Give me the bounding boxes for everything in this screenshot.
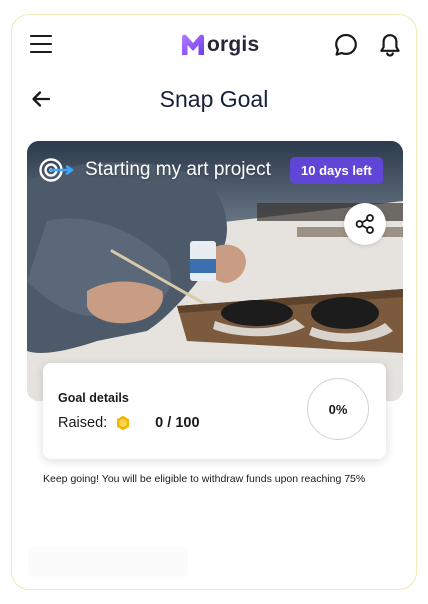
phone-frame: orgis Snap Goal Starting my art project … — [11, 14, 417, 590]
goal-cover-card: Starting my art project 10 days left — [27, 141, 403, 401]
hamburger-icon[interactable] — [30, 35, 52, 54]
progress-percent: 0% — [328, 401, 348, 417]
goal-details-card: Goal details Raised: 0 / 100 0% — [43, 363, 386, 459]
days-left-badge: 10 days left — [290, 157, 383, 184]
top-bar: orgis — [12, 15, 416, 75]
goal-title: Starting my art project — [85, 159, 271, 180]
withdraw-note: Keep going! You will be eligible to with… — [43, 473, 366, 485]
action-button[interactable] — [28, 547, 188, 577]
target-arrow-icon — [39, 158, 74, 182]
progress-ring: 0% — [307, 378, 369, 440]
goal-header: Starting my art project — [39, 157, 271, 183]
page-title: Snap Goal — [159, 86, 269, 112]
logo-m-icon — [182, 34, 204, 55]
bell-icon[interactable] — [377, 32, 403, 58]
coin-icon — [117, 415, 130, 431]
raised-row: Raised: 0 / 100 — [58, 415, 200, 431]
raised-amount: 0 / 100 — [155, 415, 200, 431]
share-icon — [355, 214, 374, 234]
raised-label: Raised: — [58, 415, 108, 431]
logo-text: orgis — [207, 33, 260, 56]
chat-bubble-icon[interactable] — [333, 32, 359, 58]
app-logo: orgis — [180, 32, 259, 58]
share-button[interactable] — [344, 203, 386, 245]
goal-details-heading: Goal details — [58, 391, 129, 405]
